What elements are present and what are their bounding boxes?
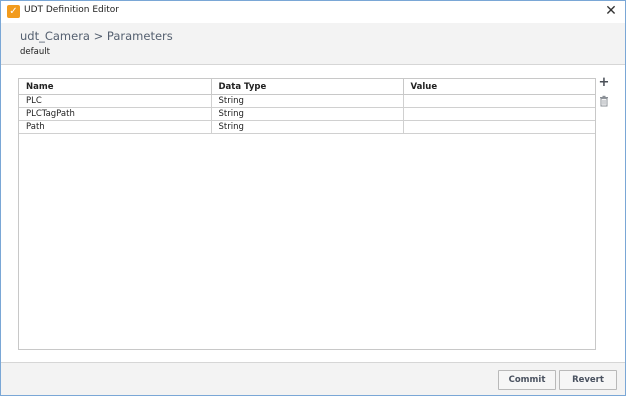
editor-header: udt_Camera > Parameters default	[1, 23, 625, 65]
cell-name[interactable]: Path	[19, 120, 212, 134]
table-row[interactable]: Path String	[19, 120, 595, 134]
cell-name[interactable]: PLC	[19, 94, 212, 108]
cell-data-type[interactable]: String	[211, 107, 404, 121]
commit-button[interactable]: Commit	[498, 370, 556, 390]
parameters-table-frame: Name Data Type Value PLC String PLCTagPa…	[18, 78, 596, 350]
dialog-footer: Commit Revert	[1, 362, 625, 395]
cell-data-type[interactable]: String	[211, 120, 404, 134]
cell-value[interactable]	[403, 107, 595, 121]
trash-icon-graphic	[600, 95, 608, 107]
checkmark-icon: ✓	[7, 5, 20, 18]
udt-definition-editor-window: ✓ UDT Definition Editor ✕ udt_Camera > P…	[0, 0, 626, 396]
plus-icon[interactable]: +	[598, 76, 610, 89]
breadcrumb: udt_Camera > Parameters	[20, 29, 173, 43]
row-tools: +	[598, 76, 610, 107]
trash-icon[interactable]	[598, 92, 610, 107]
title-bar: ✓ UDT Definition Editor ✕	[1, 1, 625, 23]
cell-data-type[interactable]: String	[211, 94, 404, 108]
window-title: UDT Definition Editor	[24, 5, 119, 15]
column-header-name[interactable]: Name	[19, 79, 212, 95]
cell-value[interactable]	[403, 94, 595, 108]
cell-value[interactable]	[403, 120, 595, 134]
column-header-value[interactable]: Value	[403, 79, 595, 95]
cell-name[interactable]: PLCTagPath	[19, 107, 212, 121]
page-subtitle: default	[20, 47, 50, 57]
close-icon[interactable]: ✕	[603, 3, 619, 19]
table-row[interactable]: PLCTagPath String	[19, 107, 595, 121]
table-row[interactable]: PLC String	[19, 94, 595, 108]
parameters-table: Name Data Type Value PLC String PLCTagPa…	[19, 79, 595, 134]
column-header-data-type[interactable]: Data Type	[211, 79, 404, 95]
table-header-row: Name Data Type Value	[19, 79, 595, 95]
parameters-panel: Name Data Type Value PLC String PLCTagPa…	[1, 65, 625, 363]
revert-button[interactable]: Revert	[559, 370, 617, 390]
